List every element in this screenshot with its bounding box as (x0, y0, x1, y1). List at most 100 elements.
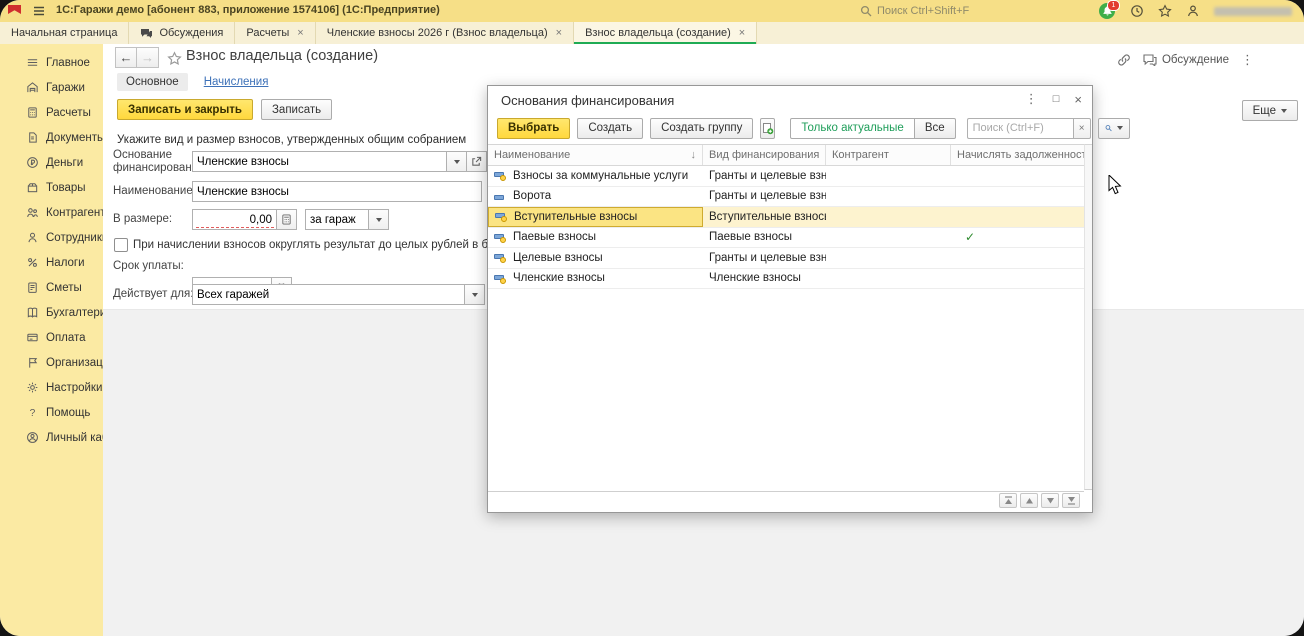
discussion-button[interactable]: Обсуждение (1143, 54, 1229, 66)
link-icon[interactable] (1117, 53, 1131, 67)
sidebar-item-2[interactable]: Расчеты (0, 100, 103, 125)
table-scrollbar[interactable] (1084, 144, 1092, 490)
sidebar-item-1[interactable]: Гаражи (0, 75, 103, 100)
save-and-close-button[interactable]: Записать и закрыть (117, 99, 253, 120)
create-button[interactable]: Создать (577, 118, 643, 139)
go-up-button[interactable] (1020, 493, 1038, 508)
go-down-button[interactable] (1041, 493, 1059, 508)
create-group-button[interactable]: Создать группу (650, 118, 753, 139)
dialog-search-input[interactable] (967, 118, 1073, 139)
column-header-2[interactable]: Контрагент (826, 145, 951, 165)
cell-financing-type[interactable]: Гранты и целевые взносы (703, 187, 826, 207)
cell-name[interactable]: Членские взносы (488, 269, 703, 289)
all-toggle[interactable]: Все (915, 118, 956, 139)
cell-contractor[interactable] (826, 228, 951, 248)
save-button[interactable]: Записать (261, 99, 332, 120)
cell-accrue-debt[interactable] (951, 187, 1084, 207)
table-row-2[interactable]: Вступительные взносыВступительные взносы (488, 207, 1084, 228)
workspace-tab-2[interactable]: Расчеты× (235, 22, 315, 44)
close-icon[interactable]: × (1074, 92, 1082, 107)
cell-financing-type[interactable]: Вступительные взносы (703, 207, 826, 227)
maximize-icon[interactable]: □ (1053, 93, 1060, 105)
sidebar-item-7[interactable]: Сотрудники (0, 225, 103, 250)
applies-dropdown-button[interactable] (464, 285, 484, 304)
table-row-4[interactable]: Целевые взносыГранты и целевые взносы (488, 248, 1084, 269)
sidebar-item-11[interactable]: Оплата (0, 325, 103, 350)
only-actual-toggle[interactable]: Только актуальные (790, 118, 914, 139)
cell-name[interactable]: Вступительные взносы (488, 207, 703, 227)
main-menu-icon[interactable] (32, 4, 46, 18)
basis-dropdown-button[interactable] (446, 152, 466, 171)
table-row-1[interactable]: ВоротаГранты и целевые взносы (488, 187, 1084, 208)
sidebar-item-12[interactable]: Организация (0, 350, 103, 375)
tab-nachisleniya[interactable]: Начисления (204, 73, 269, 91)
workspace-tab-1[interactable]: Обсуждения (129, 22, 235, 44)
search-options-button[interactable] (1098, 118, 1130, 139)
cell-accrue-debt[interactable] (951, 207, 1084, 227)
back-button[interactable]: ← (115, 47, 137, 68)
user-name-redacted[interactable] (1214, 7, 1292, 16)
column-header-0[interactable]: Наименование↓ (488, 145, 703, 165)
cell-contractor[interactable] (826, 187, 951, 207)
cell-accrue-debt[interactable] (951, 248, 1084, 268)
favorites-star-icon[interactable] (1158, 4, 1172, 18)
user-icon[interactable] (1186, 4, 1200, 18)
dialog-menu-icon[interactable]: ⋮ (1025, 91, 1038, 107)
forward-button[interactable]: → (137, 47, 159, 68)
copy-item-button[interactable] (760, 118, 775, 139)
cell-financing-type[interactable]: Членские взносы (703, 269, 826, 289)
cell-contractor[interactable] (826, 269, 951, 289)
sidebar-item-10[interactable]: Бухгалтерия (0, 300, 103, 325)
cell-name[interactable]: Взносы за коммунальные услуги (488, 166, 703, 186)
sidebar-item-6[interactable]: Контрагенты (0, 200, 103, 225)
table-row-3[interactable]: Паевые взносыПаевые взносы ✓ (488, 228, 1084, 249)
workspace-tab-3[interactable]: Членские взносы 2026 г (Взнос владельца)… (316, 22, 574, 44)
sidebar-item-13[interactable]: Настройки (0, 375, 103, 400)
sidebar-item-9[interactable]: Сметы (0, 275, 103, 300)
global-search[interactable]: Поиск Ctrl+Shift+F (860, 3, 1090, 19)
name-input[interactable] (193, 182, 481, 201)
sidebar-item-14[interactable]: ?Помощь (0, 400, 103, 425)
cell-contractor[interactable] (826, 166, 951, 186)
cell-contractor[interactable] (826, 248, 951, 268)
applies-input[interactable] (193, 285, 464, 304)
cell-contractor[interactable] (826, 207, 951, 227)
close-icon[interactable]: × (297, 27, 303, 39)
cell-name[interactable]: Целевые взносы (488, 248, 703, 268)
cell-name[interactable]: Паевые взносы (488, 228, 703, 248)
more-button[interactable]: Еще (1242, 100, 1298, 121)
favorite-star-icon[interactable] (167, 51, 182, 66)
cell-accrue-debt[interactable]: ✓ (951, 228, 1084, 248)
close-icon[interactable]: × (556, 27, 562, 39)
calculator-icon[interactable] (276, 210, 296, 229)
go-last-button[interactable] (1062, 493, 1080, 508)
sidebar-item-3[interactable]: Документы (0, 125, 103, 150)
go-first-button[interactable] (999, 493, 1017, 508)
column-header-1[interactable]: Вид финансирования (703, 145, 826, 165)
sidebar-item-5[interactable]: Товары (0, 175, 103, 200)
notifications-button[interactable]: 1 (1099, 3, 1116, 20)
cell-name[interactable]: Ворота (488, 187, 703, 207)
sidebar-item-15[interactable]: Личный кабинет (0, 425, 103, 450)
more-menu-icon[interactable]: ⋮ (1241, 52, 1254, 68)
amount-input[interactable] (193, 210, 276, 229)
clear-search-icon[interactable]: × (1073, 118, 1091, 139)
history-icon[interactable] (1130, 4, 1144, 18)
tab-osnovnoe[interactable]: Основное (117, 73, 188, 91)
cell-accrue-debt[interactable] (951, 166, 1084, 186)
cell-financing-type[interactable]: Гранты и целевые взносы (703, 166, 826, 186)
cell-financing-type[interactable]: Паевые взносы (703, 228, 826, 248)
workspace-tab-4[interactable]: Взнос владельца (создание)× (574, 22, 757, 44)
cell-accrue-debt[interactable] (951, 269, 1084, 289)
cell-financing-type[interactable]: Гранты и целевые взносы (703, 248, 826, 268)
column-header-3[interactable]: Начислять задолженность (951, 145, 1084, 165)
basis-input[interactable] (193, 152, 446, 171)
rounding-checkbox[interactable] (114, 238, 128, 252)
sidebar-item-0[interactable]: Главное (0, 50, 103, 75)
sidebar-item-8[interactable]: Налоги (0, 250, 103, 275)
basis-open-icon[interactable] (466, 152, 486, 171)
table-row-5[interactable]: Членские взносыЧленские взносы (488, 269, 1084, 290)
table-row-0[interactable]: Взносы за коммунальные услугиГранты и це… (488, 166, 1084, 187)
select-button[interactable]: Выбрать (497, 118, 570, 139)
close-icon[interactable]: × (739, 27, 745, 39)
